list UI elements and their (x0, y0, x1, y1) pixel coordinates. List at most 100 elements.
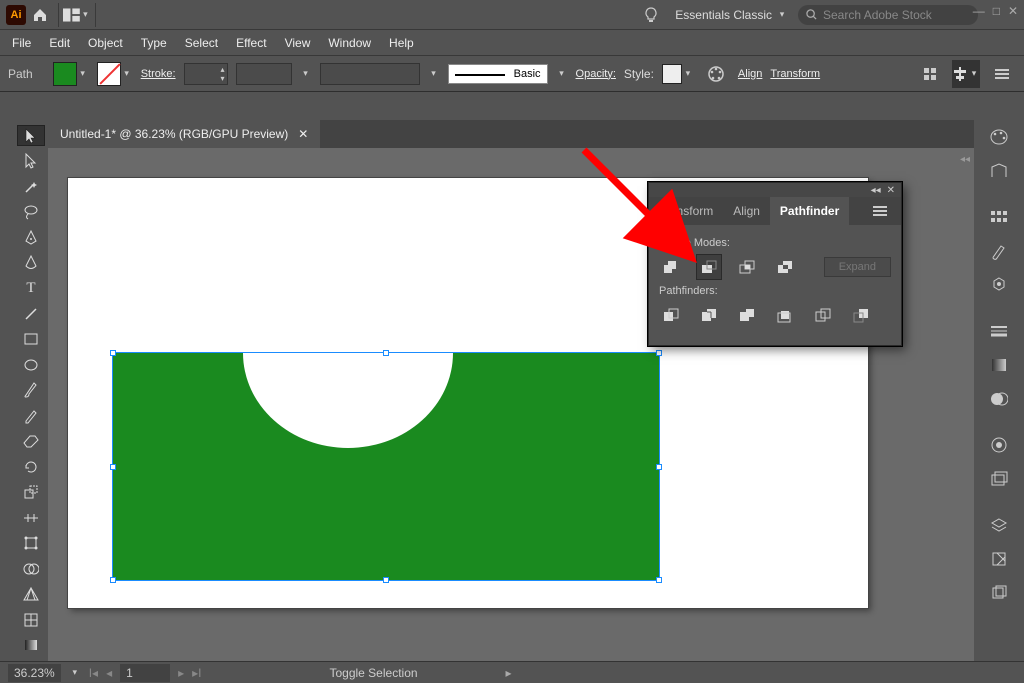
tab-align[interactable]: Align (723, 197, 770, 225)
scale-tool-icon[interactable] (18, 483, 44, 502)
status-play-icon[interactable]: ▸ (506, 666, 512, 680)
align-to-icon[interactable]: ▾ (952, 60, 980, 88)
layers-panel-icon[interactable] (986, 512, 1012, 538)
free-transform-tool-icon[interactable] (18, 534, 44, 553)
line-tool-icon[interactable] (18, 304, 44, 323)
paintbrush-tool-icon[interactable] (18, 381, 44, 400)
type-tool-icon[interactable]: T (18, 279, 44, 298)
stroke-profile-select[interactable]: Basic (448, 64, 548, 84)
transparency-panel-icon[interactable] (986, 386, 1012, 412)
selection-tool-icon[interactable] (18, 126, 44, 145)
menu-edit[interactable]: Edit (49, 36, 70, 50)
crop-icon[interactable] (773, 303, 797, 327)
minus-back-icon[interactable] (849, 303, 873, 327)
minus-front-icon[interactable] (697, 255, 721, 279)
right-panels-dock (974, 120, 1024, 661)
swatches-panel-icon[interactable] (986, 204, 1012, 230)
curvature-tool-icon[interactable] (18, 253, 44, 272)
stock-search-input[interactable]: Search Adobe Stock (798, 5, 978, 25)
panel-menu-icon[interactable] (873, 205, 901, 217)
tips-icon[interactable] (637, 1, 665, 29)
window-maximize-icon[interactable]: □ (993, 4, 1000, 18)
pen-tool-icon[interactable] (18, 228, 44, 247)
rotate-tool-icon[interactable] (18, 457, 44, 476)
tab-transform[interactable]: Transform (649, 197, 723, 225)
isolate-icon[interactable] (916, 60, 944, 88)
trim-icon[interactable] (697, 303, 721, 327)
stroke-panel-icon[interactable] (986, 318, 1012, 344)
menu-help[interactable]: Help (389, 36, 414, 50)
pencil-tool-icon[interactable] (18, 406, 44, 425)
opacity-link[interactable]: Opacity: (576, 68, 616, 80)
stroke-weight-input[interactable]: ▴▾ (184, 63, 228, 85)
shape-builder-tool-icon[interactable] (18, 559, 44, 578)
panel-options-icon[interactable] (988, 60, 1016, 88)
menu-window[interactable]: Window (328, 36, 371, 50)
outline-icon[interactable] (811, 303, 835, 327)
direct-selection-tool-icon[interactable] (18, 151, 44, 170)
window-close-icon[interactable]: ✕ (1008, 4, 1018, 18)
unite-icon[interactable] (659, 255, 683, 279)
perspective-grid-tool-icon[interactable] (18, 584, 44, 603)
workspace-switcher[interactable]: Essentials Classic ▾ (665, 8, 798, 22)
menu-effect[interactable]: Effect (236, 36, 266, 50)
brush-definition[interactable] (320, 63, 420, 85)
transform-link[interactable]: Transform (770, 68, 820, 80)
lasso-tool-icon[interactable] (18, 202, 44, 221)
magic-wand-tool-icon[interactable] (18, 177, 44, 196)
panel-collapse-icon[interactable]: ◂◂ (960, 154, 970, 165)
variable-width-profile[interactable] (236, 63, 292, 85)
document-tab[interactable]: Untitled-1* @ 36.23% (RGB/GPU Preview) ✕ (48, 120, 320, 148)
tab-pathfinder[interactable]: Pathfinder (770, 197, 849, 225)
menu-object[interactable]: Object (88, 36, 123, 50)
nav-first-icon[interactable]: I◂ (89, 666, 98, 680)
divide-icon[interactable] (659, 303, 683, 327)
ellipse-tool-icon[interactable] (18, 355, 44, 374)
status-tip: Toggle Selection (329, 666, 417, 680)
artboards-panel-icon[interactable] (986, 580, 1012, 606)
menu-select[interactable]: Select (185, 36, 218, 50)
recolor-artwork-icon[interactable] (702, 60, 730, 88)
nav-last-icon[interactable]: ▸I (192, 666, 201, 680)
nav-prev-icon[interactable]: ◂ (106, 666, 112, 680)
brushes-panel-icon[interactable] (986, 238, 1012, 264)
menu-view[interactable]: View (285, 36, 311, 50)
width-tool-icon[interactable] (18, 508, 44, 527)
intersect-icon[interactable] (735, 255, 759, 279)
gradient-panel-icon[interactable] (986, 352, 1012, 378)
stroke-link[interactable]: Stroke: (141, 68, 176, 80)
document-tab-close-icon[interactable]: ✕ (298, 127, 308, 141)
window-minimize-icon[interactable]: — (973, 4, 985, 18)
zoom-dropdown-icon[interactable]: ▾ (69, 667, 81, 678)
align-link[interactable]: Align (738, 68, 762, 80)
menu-file[interactable]: File (12, 36, 31, 50)
eraser-tool-icon[interactable] (18, 432, 44, 451)
menu-type[interactable]: Type (141, 36, 167, 50)
pathfinder-panel: ◂◂ ✕ Transform Align Pathfinder Shape Mo… (648, 182, 902, 346)
appearance-panel-icon[interactable] (986, 432, 1012, 458)
home-icon[interactable] (26, 1, 54, 29)
asset-export-panel-icon[interactable] (986, 546, 1012, 572)
artboard-number-input[interactable]: 1 (120, 664, 170, 682)
symbols-panel-icon[interactable] (986, 272, 1012, 298)
merge-icon[interactable] (735, 303, 759, 327)
exclude-icon[interactable] (773, 255, 797, 279)
workspace-label: Essentials Classic (675, 8, 772, 22)
selection-type-label: Path (8, 67, 33, 81)
nav-next-icon[interactable]: ▸ (178, 666, 184, 680)
color-panel-icon[interactable] (986, 124, 1012, 150)
graphic-style[interactable]: ▾ (662, 64, 694, 84)
mesh-tool-icon[interactable] (18, 610, 44, 629)
panel-close-icon[interactable]: ✕ (887, 185, 895, 196)
rectangle-tool-icon[interactable] (18, 330, 44, 349)
menu-bar: File Edit Object Type Select Effect View… (0, 30, 1024, 56)
gradient-tool-icon[interactable] (18, 635, 44, 654)
graphic-styles-panel-icon[interactable] (986, 466, 1012, 492)
arrange-documents-icon[interactable]: ▾ (63, 1, 91, 29)
stroke-swatch[interactable]: ▾ (97, 62, 133, 86)
selection-bounding-box (112, 352, 660, 581)
panel-collapse-icon[interactable]: ◂◂ (871, 185, 881, 196)
zoom-level-input[interactable]: 36.23% (8, 664, 61, 682)
color-guide-panel-icon[interactable] (986, 158, 1012, 184)
fill-swatch[interactable]: ▾ (53, 62, 89, 86)
